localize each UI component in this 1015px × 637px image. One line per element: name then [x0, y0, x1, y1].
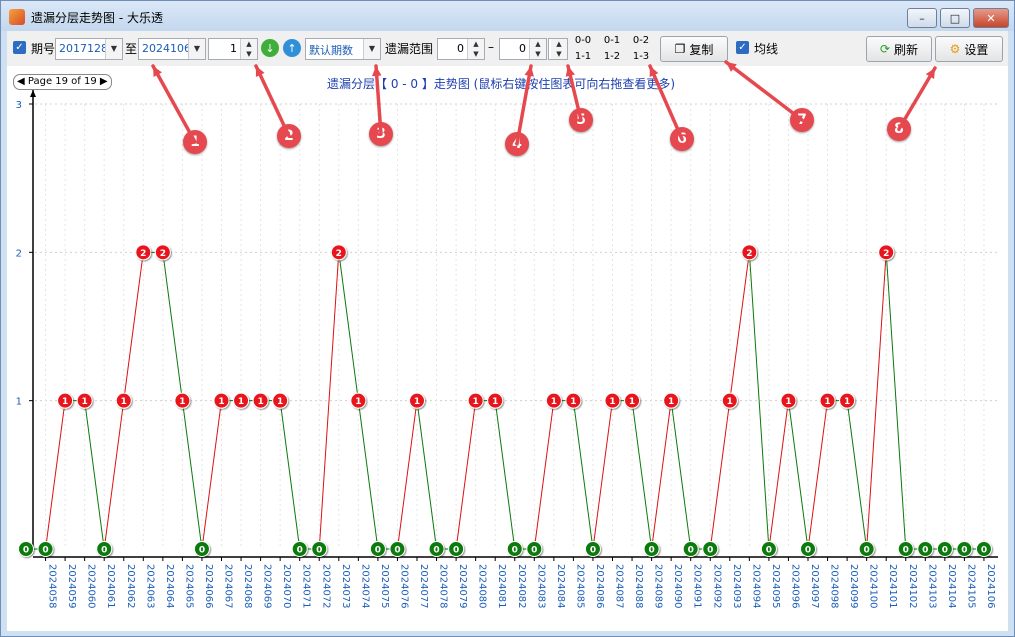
- callout-arrow: [151, 64, 197, 144]
- callout-arrows: [151, 60, 937, 146]
- callout-arrow: [515, 64, 533, 146]
- callout-arrow: [897, 66, 937, 131]
- callout-arrow: [724, 60, 804, 122]
- callout-arrow: [648, 64, 684, 141]
- callout-arrow: [374, 64, 383, 136]
- callout-arrowhead: [371, 66, 382, 77]
- callout-arrow: [254, 64, 291, 138]
